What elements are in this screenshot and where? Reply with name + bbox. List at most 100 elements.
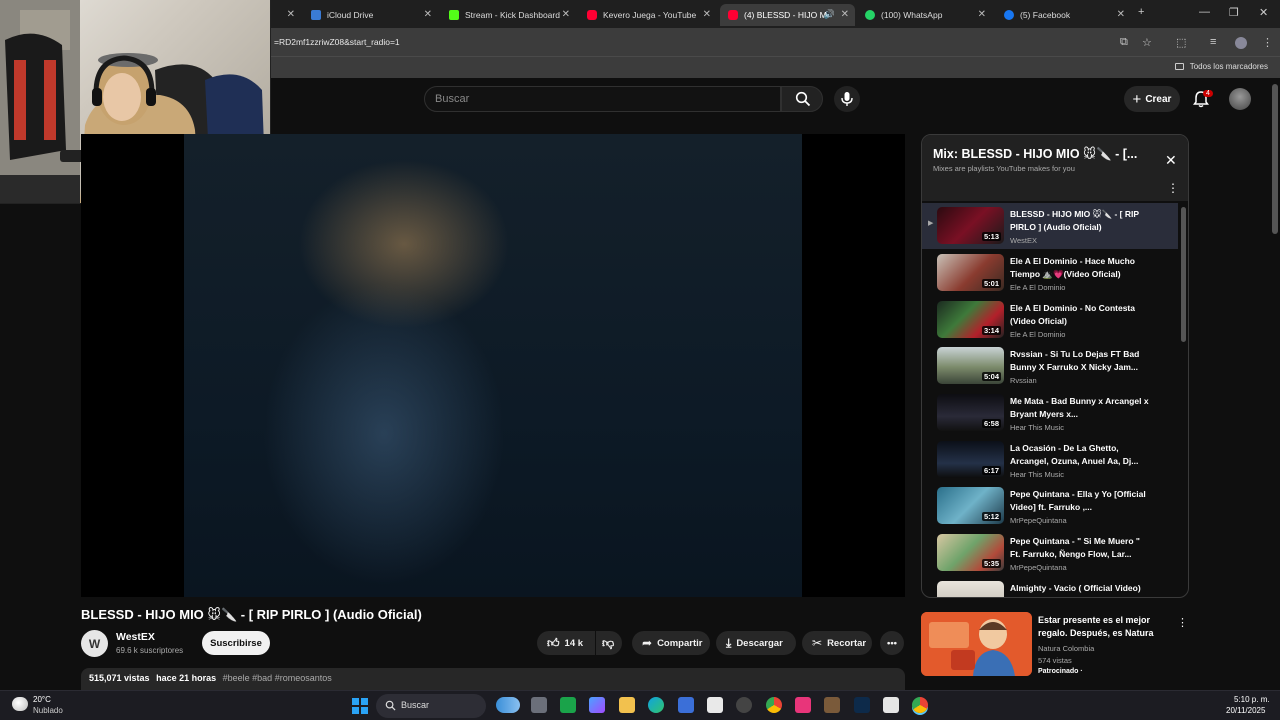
kebab-menu-icon[interactable]: ⋮ xyxy=(1167,181,1179,195)
channel-avatar[interactable]: W xyxy=(81,630,108,657)
playlist-item[interactable]: 5:12 Pepe Quintana - Ella y Yo [Official… xyxy=(922,483,1178,529)
video-thumbnail: 5:12 xyxy=(937,487,1004,524)
close-icon[interactable]: ✕ xyxy=(1117,9,1125,20)
like-button[interactable]: 👍︎ 14 k xyxy=(537,631,595,655)
playlist-item[interactable]: 5:01 Ele A El Dominio - Hace Mucho Tiemp… xyxy=(922,250,1178,296)
tab-icloud[interactable]: iCloud Drive ✕ xyxy=(303,4,438,26)
photoshop-icon[interactable] xyxy=(854,697,870,713)
clock-time[interactable]: 5:10 p. m. xyxy=(1234,695,1270,704)
playlist-item[interactable]: 3:14 Ele A El Dominio - No Contesta (Vid… xyxy=(922,297,1178,343)
channel-name: Hear This Music xyxy=(1010,423,1065,432)
dislike-button[interactable]: 👎︎ xyxy=(596,631,622,655)
copilot-icon[interactable] xyxy=(589,697,605,713)
channel-name[interactable]: WestEX xyxy=(116,631,155,643)
playlist-item[interactable]: Almighty - Vacio ( Official Video) xyxy=(922,577,1178,597)
video-player[interactable] xyxy=(81,134,905,597)
more-horizontal-icon: ••• xyxy=(887,637,897,649)
plus-icon: + xyxy=(1132,90,1142,108)
kebab-menu-icon[interactable]: ⋮ xyxy=(1177,616,1188,629)
sponsored-ad[interactable]: Estar presente es el mejor regalo. Despu… xyxy=(921,612,1189,678)
extensions-icon[interactable]: ⬚ xyxy=(1176,36,1186,49)
close-icon[interactable]: ✕ xyxy=(424,9,432,20)
clip-button[interactable]: ✂ Recortar xyxy=(802,631,872,655)
store-icon[interactable] xyxy=(678,697,694,713)
playlist-header: Mix: BLESSD - HIJO MIO 🐭🔪 - [... Mixes a… xyxy=(922,135,1188,201)
chrome-icon[interactable] xyxy=(766,697,782,713)
tab-youtube-kevero[interactable]: Kevero Juega - YouTube ✕ xyxy=(579,4,717,26)
microphone-icon xyxy=(841,92,853,106)
url-field[interactable]: =RD2mf1zzriwZ08&start_radio=1 xyxy=(274,37,400,47)
download-button[interactable]: ⤓ Descargar xyxy=(716,631,796,655)
playlist-item[interactable]: 6:17 La Ocasión - De La Ghetto, Arcangel… xyxy=(922,437,1178,483)
taskbar-search-input[interactable]: Buscar xyxy=(376,694,486,718)
weather-condition[interactable]: Nublado xyxy=(33,706,63,715)
more-actions-button[interactable]: ••• xyxy=(880,631,904,655)
video-duration: 3:14 xyxy=(981,326,1001,335)
subscribe-button[interactable]: Suscribirse xyxy=(202,631,270,655)
weather-icon[interactable] xyxy=(12,697,28,711)
hashtags[interactable]: #beele #bad #romeosantos xyxy=(223,673,332,683)
tab-facebook[interactable]: (5) Facebook ✕ xyxy=(996,4,1131,26)
profile-icon[interactable] xyxy=(1235,37,1247,49)
share-icon: ➦ xyxy=(642,636,653,650)
media-icon[interactable]: ≡ xyxy=(1210,36,1216,48)
tab-label: iCloud Drive xyxy=(327,10,374,20)
new-tab-button[interactable]: + xyxy=(1138,6,1144,18)
create-button[interactable]: + Crear xyxy=(1124,86,1180,112)
tiktok-icon[interactable] xyxy=(795,697,811,713)
tab-partial[interactable]: ✕ xyxy=(271,4,301,26)
cast-icon[interactable]: ⧉ xyxy=(1120,36,1128,49)
voice-search-button[interactable] xyxy=(834,86,860,112)
download-icon: ⤓ xyxy=(726,635,732,650)
video-duration: 5:35 xyxy=(981,559,1001,568)
close-window-button[interactable]: ✕ xyxy=(1259,6,1268,19)
playlist-item[interactable]: 5:04 Rvssian - Si Tu Lo Dejas FT Bad Bun… xyxy=(922,343,1178,389)
video-title: Pepe Quintana - Ella y Yo [Official Vide… xyxy=(1010,489,1146,512)
app-icon[interactable] xyxy=(883,697,899,713)
minimize-button[interactable]: — xyxy=(1199,6,1210,18)
tab-whatsapp[interactable]: (100) WhatsApp ✕ xyxy=(857,4,992,26)
share-button[interactable]: ➦ Compartir xyxy=(632,631,710,655)
all-bookmarks-link[interactable]: Todos los marcadores xyxy=(1174,62,1268,71)
close-icon[interactable]: ✕ xyxy=(703,9,711,20)
video-title: Pepe Quintana - " Si Me Muero " Ft. Farr… xyxy=(1010,536,1140,559)
settings-icon[interactable] xyxy=(736,697,752,713)
search-button[interactable] xyxy=(781,86,823,112)
temperature[interactable]: 20°C xyxy=(33,695,51,704)
file-explorer-icon[interactable] xyxy=(619,697,635,713)
account-avatar[interactable] xyxy=(1229,88,1251,110)
speaker-icon[interactable]: 🔊 xyxy=(824,9,835,20)
kebab-menu-icon[interactable]: ⋮ xyxy=(1262,36,1273,49)
widgets-icon[interactable] xyxy=(496,697,520,713)
video-title: BLESSD - HIJO MIO 🐭🔪 - [ RIP PIRLO ] (Au… xyxy=(81,607,422,622)
document-icon[interactable] xyxy=(707,697,723,713)
windows-start-icon[interactable] xyxy=(352,698,368,714)
maximize-button[interactable]: ❐ xyxy=(1229,6,1239,19)
playlist-item[interactable]: 5:35 Pepe Quintana - " Si Me Muero " Ft.… xyxy=(922,530,1178,576)
close-icon[interactable]: ✕ xyxy=(978,9,986,20)
close-icon[interactable]: ✕ xyxy=(562,9,570,20)
tab-kick[interactable]: Stream - Kick Dashboard ✕ xyxy=(441,4,576,26)
channel-name: WestEX xyxy=(1010,236,1037,245)
create-label: Crear xyxy=(1145,93,1172,105)
now-playing-icon: ▶ xyxy=(928,220,934,227)
clock-date[interactable]: 20/11/2025 xyxy=(1226,706,1265,715)
task-view-icon[interactable] xyxy=(531,697,547,713)
chrome-active-icon[interactable] xyxy=(912,697,928,713)
playlist-scrollbar[interactable] xyxy=(1181,207,1186,342)
description-box[interactable]: 515,071 vistas hace 21 horas #beele #bad… xyxy=(81,668,905,690)
close-icon[interactable]: ✕ xyxy=(1165,152,1177,169)
playlist-item[interactable]: ▶ 5:13 BLESSD - HIJO MIO 🐭🔪 - [ RIP PIRL… xyxy=(922,203,1178,249)
app-icon[interactable] xyxy=(824,697,840,713)
playlist-title[interactable]: Mix: BLESSD - HIJO MIO 🐭🔪 - [... xyxy=(933,146,1137,162)
page-scrollbar[interactable] xyxy=(1272,84,1278,234)
tab-youtube-blessd[interactable]: (4) BLESSD - HIJO MI 🔊 ✕ xyxy=(720,4,855,26)
close-icon[interactable]: ✕ xyxy=(841,9,849,20)
search-input[interactable]: Buscar xyxy=(424,86,781,112)
app-icon[interactable] xyxy=(560,697,576,713)
edge-icon[interactable] xyxy=(648,697,664,713)
star-icon[interactable]: ☆ xyxy=(1142,36,1152,49)
close-icon[interactable]: ✕ xyxy=(287,9,295,20)
playlist-item[interactable]: 6:58 Me Mata - Bad Bunny x Arcangel x Br… xyxy=(922,390,1178,436)
video-title: Rvssian - Si Tu Lo Dejas FT Bad Bunny X … xyxy=(1010,349,1140,372)
